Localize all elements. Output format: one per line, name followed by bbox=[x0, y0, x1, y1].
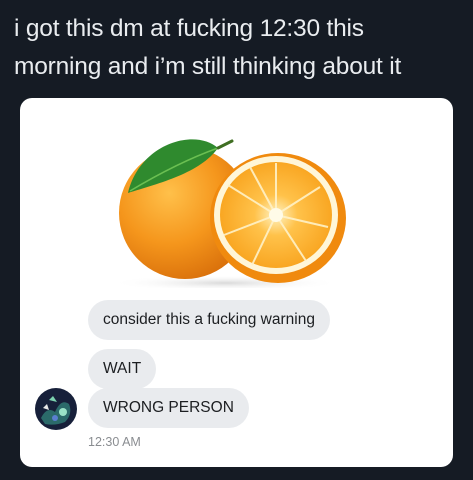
message-bubble-wait: WAIT bbox=[88, 349, 157, 389]
message-bubble-warning: consider this a fucking warning bbox=[88, 300, 330, 340]
message-timestamp: 12:30 AM bbox=[88, 435, 141, 449]
tweet-text-line-1: i got this dm at fucking 12:30 this bbox=[14, 15, 364, 42]
tweet-text-line-2: morning and i’m still thinking about it bbox=[14, 53, 402, 80]
avatar-image bbox=[35, 388, 77, 430]
message-bubble-wrong-person: WRONG PERSON bbox=[88, 388, 249, 428]
avatar[interactable] bbox=[35, 388, 77, 430]
chat-screenshot-card: consider this a fucking warning WAIT WRO… bbox=[20, 98, 453, 467]
tweet-text: i got this dm at fucking 12:30 this morn… bbox=[14, 10, 464, 86]
orange-image bbox=[110, 139, 346, 288]
